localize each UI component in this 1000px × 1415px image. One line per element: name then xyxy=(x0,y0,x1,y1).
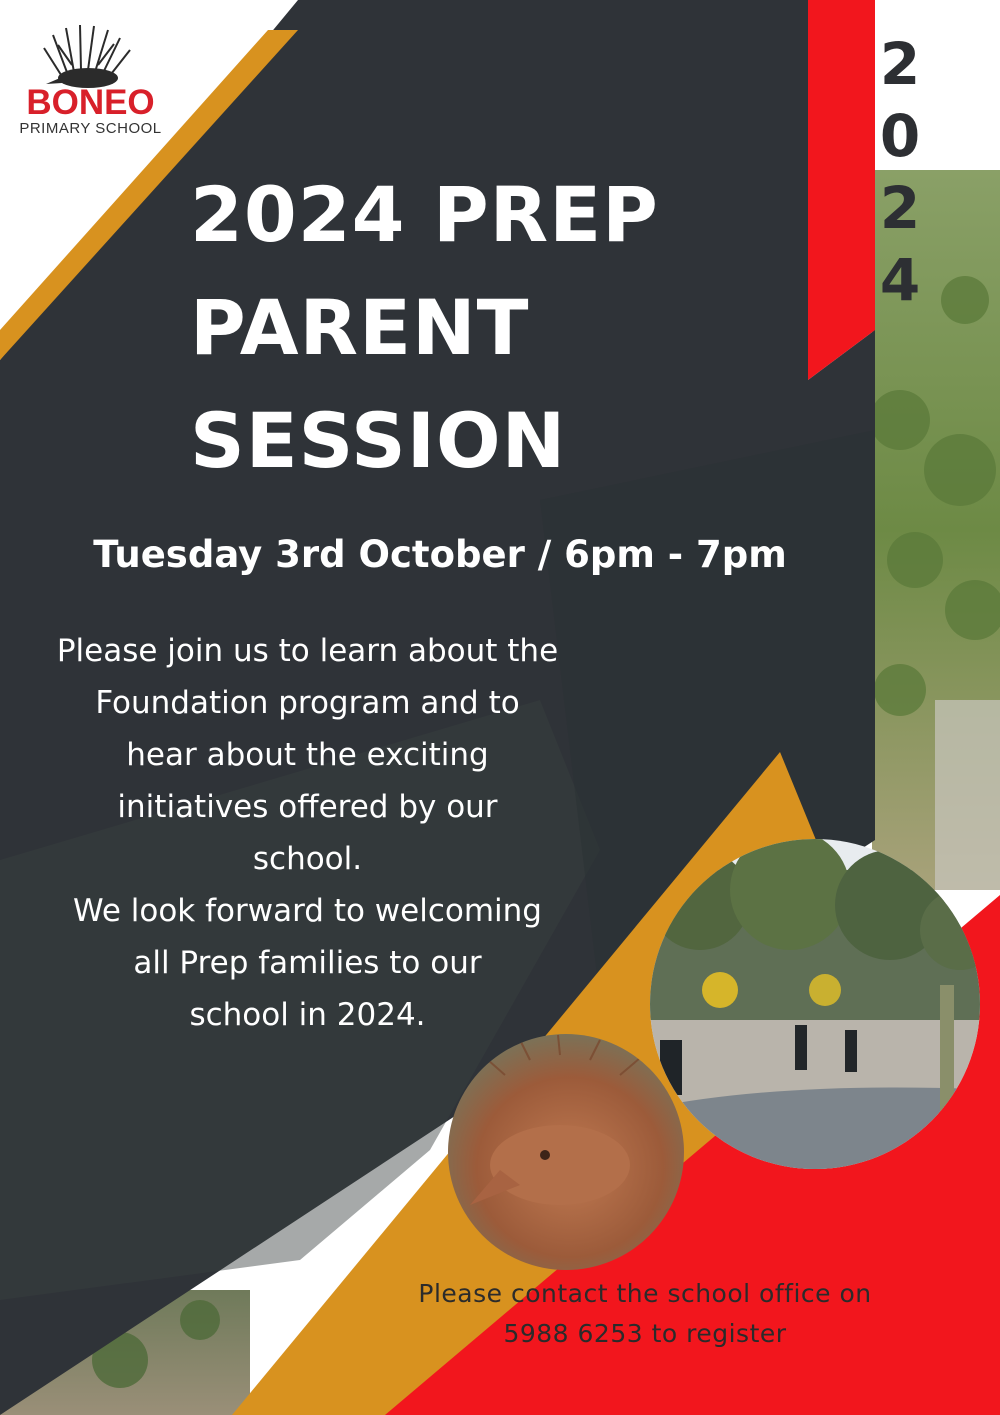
description-line: initiatives offered by our xyxy=(117,789,498,825)
title-line: PARENT xyxy=(190,283,530,372)
description-line: Please join us to learn about the xyxy=(56,633,559,669)
contact-line: Please contact the school office on xyxy=(418,1279,872,1308)
event-date-time: Tuesday 3rd October / 6pm - 7pm xyxy=(93,533,787,576)
ribbon-year: 2 0 2 4 xyxy=(848,28,952,316)
school-logo: BONEO PRIMARY SCHOOL xyxy=(8,20,173,145)
description-line: Foundation program and to xyxy=(95,685,520,721)
ribbon-digit: 2 xyxy=(879,174,921,242)
description-line: We look forward to welcoming xyxy=(73,893,542,929)
title-line: 2024 PREP xyxy=(190,170,659,259)
description-line: hear about the exciting xyxy=(126,737,489,773)
ribbon-digit: 2 xyxy=(879,30,921,98)
echidna-logo-icon xyxy=(43,24,131,88)
poster: BONEO PRIMARY SCHOOL 2 0 2 4 2024 PREP P… xyxy=(0,0,1000,1415)
description-line: school in 2024. xyxy=(189,997,426,1033)
logo-name: BONEO xyxy=(26,83,155,122)
title-line: SESSION xyxy=(190,396,567,485)
event-description: Please join us to learn about the Founda… xyxy=(0,625,615,1041)
description-line: all Prep families to our xyxy=(133,945,482,981)
description-line: school. xyxy=(252,841,363,877)
ribbon-digit: 4 xyxy=(879,246,921,314)
logo-subtitle: PRIMARY SCHOOL xyxy=(19,120,162,137)
building-wall xyxy=(935,700,1000,890)
contact-phone: 5988 6253 to register xyxy=(503,1319,787,1348)
contact-info: Please contact the school office on 5988… xyxy=(360,1274,930,1354)
ribbon-digit: 0 xyxy=(879,102,921,170)
poster-title: 2024 PREP PARENT SESSION xyxy=(190,158,830,497)
